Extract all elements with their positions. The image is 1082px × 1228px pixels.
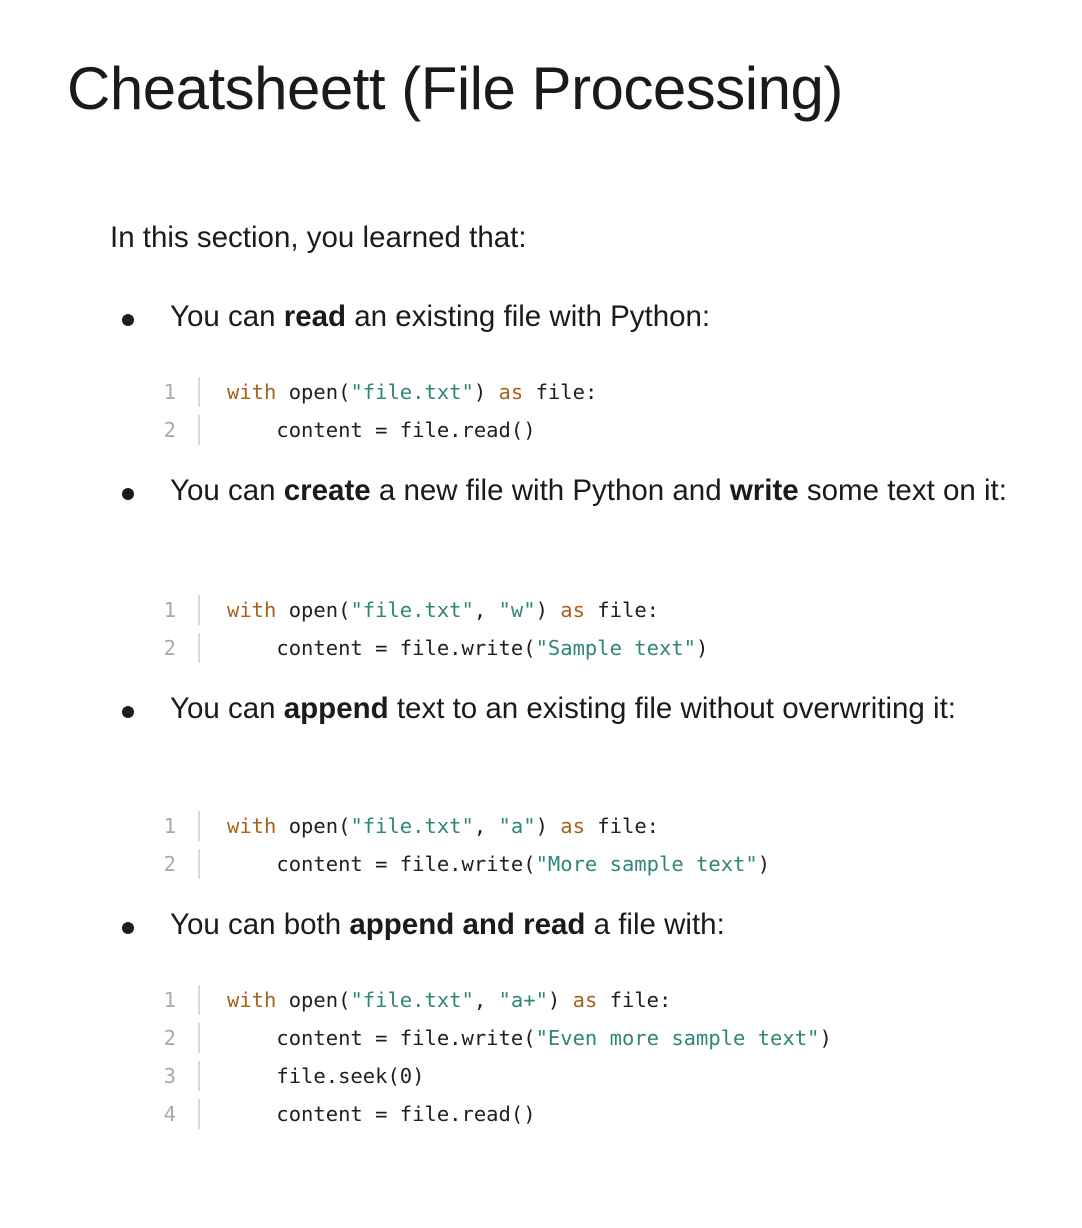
code-token: file: bbox=[597, 988, 672, 1012]
line-number: 4 bbox=[163, 1102, 176, 1126]
code-keyword: as bbox=[560, 598, 585, 622]
code-token: open( bbox=[276, 988, 351, 1012]
line-gutter-divider bbox=[198, 985, 200, 1015]
code-token: file: bbox=[584, 814, 660, 838]
code-token: open( bbox=[276, 598, 351, 622]
line-gutter-divider bbox=[198, 595, 200, 625]
line-gutter-divider bbox=[198, 811, 200, 841]
line-number: 1 bbox=[163, 814, 176, 838]
line-number: 3 bbox=[163, 1064, 176, 1088]
code-text: with open("file.txt", "a") as file: bbox=[227, 807, 659, 845]
code-text: content = file.write("Sample text") bbox=[227, 629, 708, 667]
code-token: , bbox=[473, 598, 499, 622]
code-token: content = file.write( bbox=[227, 636, 536, 660]
bullet-keyword: create bbox=[283, 474, 371, 507]
code-keyword: with bbox=[227, 988, 277, 1012]
code-string: "More sample text" bbox=[535, 852, 758, 876]
bullet-text: You can read an existing file with Pytho… bbox=[170, 295, 1020, 339]
code-string: "file.txt" bbox=[350, 814, 474, 838]
line-gutter-divider bbox=[198, 633, 200, 663]
code-token: file: bbox=[584, 598, 660, 622]
code-keyword: as bbox=[560, 814, 585, 838]
line-gutter-divider bbox=[198, 415, 200, 445]
line-number: 2 bbox=[163, 418, 176, 442]
bullet-marker bbox=[122, 488, 134, 500]
intro-text: In this section, you learned that: bbox=[110, 221, 527, 254]
code-string: "Sample text" bbox=[535, 636, 697, 660]
code-keyword: as bbox=[572, 988, 598, 1012]
code-token: open( bbox=[276, 814, 351, 838]
line-number: 1 bbox=[163, 598, 176, 622]
bullet-segment: You can both bbox=[170, 908, 350, 941]
bullet-keyword: read bbox=[283, 300, 347, 333]
line-gutter-divider bbox=[198, 377, 200, 407]
bullet-segment: You can bbox=[170, 474, 284, 507]
bullet-keyword: write bbox=[729, 474, 799, 507]
code-token: ) bbox=[547, 988, 573, 1012]
bullet-segment: an existing file with Python: bbox=[346, 300, 711, 333]
code-token: content = file.read() bbox=[227, 1102, 536, 1126]
line-number: 1 bbox=[163, 380, 176, 404]
code-token: ) bbox=[696, 636, 709, 660]
code-text: with open("file.txt", "a+") as file: bbox=[227, 981, 671, 1019]
code-text: content = file.write("More sample text") bbox=[227, 845, 770, 883]
code-token: , bbox=[473, 988, 499, 1012]
line-gutter-divider bbox=[198, 1061, 200, 1091]
code-text: with open("file.txt", "w") as file: bbox=[227, 591, 659, 629]
bullet-segment: You can bbox=[170, 300, 284, 333]
code-keyword: as bbox=[498, 380, 524, 404]
code-token: , bbox=[473, 814, 499, 838]
bullet-segment: a file with: bbox=[585, 908, 725, 941]
code-text: file.seek(0) bbox=[227, 1057, 424, 1095]
code-string: "a+" bbox=[498, 988, 548, 1012]
bullet-text: You can append text to an existing file … bbox=[170, 687, 1020, 731]
code-token: content = file.write( bbox=[227, 1026, 536, 1050]
bullet-segment: text to an existing file without overwri… bbox=[388, 692, 956, 725]
code-token: ) bbox=[535, 814, 561, 838]
bullet-text: You can create a new file with Python an… bbox=[170, 469, 1020, 513]
code-keyword: with bbox=[227, 814, 277, 838]
code-token: content = file.write( bbox=[227, 852, 536, 876]
code-string: "w" bbox=[498, 598, 536, 622]
line-number: 2 bbox=[163, 1026, 176, 1050]
code-token: content = file.read() bbox=[227, 418, 536, 442]
code-token: ) bbox=[535, 598, 561, 622]
bullet-marker bbox=[122, 922, 134, 934]
line-gutter-divider bbox=[198, 1023, 200, 1053]
bullet-segment: You can bbox=[170, 692, 284, 725]
code-text: with open("file.txt") as file: bbox=[227, 373, 597, 411]
bullet-segment: some text on it: bbox=[798, 474, 1007, 507]
code-string: "a" bbox=[498, 814, 536, 838]
code-token: ) bbox=[819, 1026, 832, 1050]
line-number: 2 bbox=[163, 636, 176, 660]
code-keyword: with bbox=[227, 380, 277, 404]
code-text: content = file.read() bbox=[227, 411, 536, 449]
code-string: "file.txt" bbox=[350, 988, 474, 1012]
line-gutter-divider bbox=[198, 849, 200, 879]
code-string: "Even more sample text" bbox=[535, 1026, 820, 1050]
code-token: ) bbox=[757, 852, 771, 876]
line-gutter-divider bbox=[198, 1099, 200, 1129]
bullet-keyword: append and read bbox=[349, 908, 586, 941]
code-token: open( bbox=[276, 380, 351, 404]
line-number: 2 bbox=[163, 852, 176, 876]
bullet-marker bbox=[122, 314, 134, 326]
code-token: file: bbox=[523, 380, 598, 404]
code-token: ) bbox=[473, 380, 499, 404]
bullet-segment: a new file with Python and bbox=[370, 474, 730, 507]
code-string: "file.txt" bbox=[350, 380, 474, 404]
line-number: 1 bbox=[163, 988, 176, 1012]
page-title: Cheatsheett (File Processing) bbox=[67, 55, 843, 122]
code-string: "file.txt" bbox=[350, 598, 474, 622]
code-text: content = file.read() bbox=[227, 1095, 536, 1133]
code-text: content = file.write("Even more sample t… bbox=[227, 1019, 832, 1057]
code-token: file.seek(0) bbox=[227, 1064, 425, 1088]
bullet-keyword: append bbox=[283, 692, 389, 725]
bullet-text: You can both append and read a file with… bbox=[170, 903, 1020, 947]
code-keyword: with bbox=[227, 598, 277, 622]
bullet-marker bbox=[122, 706, 134, 718]
